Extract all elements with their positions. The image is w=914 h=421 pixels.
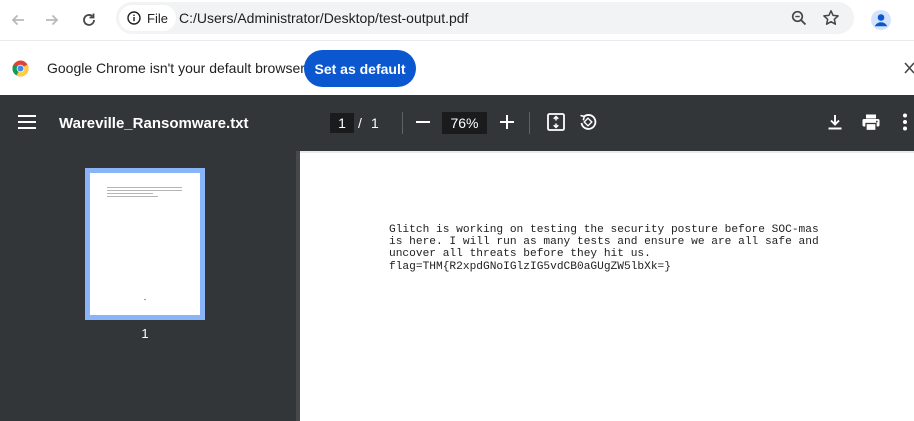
document-line: is here. I will run as many tests and en… bbox=[389, 236, 819, 249]
zoom-button[interactable] bbox=[789, 8, 809, 28]
reload-button[interactable] bbox=[75, 6, 103, 34]
document-page-text: Glitch is working on testing the securit… bbox=[389, 224, 819, 273]
default-browser-infobar: Google Chrome isn't your default browser… bbox=[0, 40, 914, 95]
fit-to-page-button[interactable] bbox=[544, 110, 568, 134]
chrome-logo-icon bbox=[12, 60, 29, 77]
reload-icon bbox=[83, 13, 95, 26]
browser-toolbar: File C:/Users/Administrator/Desktop/test… bbox=[0, 0, 914, 40]
more-vertical-icon bbox=[903, 113, 907, 131]
thumbnail-text-line bbox=[107, 193, 153, 194]
address-bar[interactable]: File C:/Users/Administrator/Desktop/test… bbox=[116, 2, 854, 34]
back-button[interactable] bbox=[4, 6, 32, 34]
printer-icon bbox=[862, 114, 880, 131]
download-icon bbox=[828, 115, 842, 130]
page-total: 1 bbox=[371, 115, 379, 131]
download-button[interactable] bbox=[823, 110, 847, 134]
profile-button[interactable] bbox=[867, 6, 895, 34]
document-viewer: Glitch is working on testing the securit… bbox=[300, 151, 914, 421]
page-number-input[interactable]: 1 bbox=[330, 113, 354, 133]
zoom-level-input[interactable]: 76% bbox=[442, 112, 487, 134]
url-text[interactable]: C:/Users/Administrator/Desktop/test-outp… bbox=[179, 10, 468, 26]
pdf-toolbar: Wareville_Ransomware.txt 1 / 1 76% bbox=[0, 95, 914, 151]
set-as-default-button[interactable]: Set as default bbox=[304, 50, 416, 87]
print-button[interactable] bbox=[859, 110, 883, 134]
infobar-message: Google Chrome isn't your default browser bbox=[47, 60, 305, 76]
star-icon bbox=[823, 10, 839, 25]
avatar-icon bbox=[871, 10, 891, 30]
forward-arrow-icon bbox=[46, 14, 59, 26]
document-line: uncover all threats before they hit us. bbox=[389, 248, 651, 261]
toolbar-divider bbox=[402, 112, 403, 134]
thumbnail-page-preview bbox=[90, 173, 200, 315]
viewer-top-edge bbox=[300, 151, 914, 153]
thumbnail-text-line bbox=[107, 190, 182, 191]
rotate-icon bbox=[580, 114, 597, 130]
more-options-button[interactable] bbox=[895, 110, 914, 134]
thumbnail-page-number: 1 bbox=[141, 326, 149, 341]
document-title: Wareville_Ransomware.txt bbox=[59, 115, 249, 132]
document-line: Glitch is working on testing the securit… bbox=[389, 224, 819, 236]
document-line: flag=THM{R2xpdGNoIGlzIG5vdCB0aGUgZW5lbXk… bbox=[389, 260, 671, 273]
close-icon bbox=[904, 62, 914, 74]
rotate-button[interactable] bbox=[576, 110, 600, 134]
info-icon bbox=[127, 11, 141, 25]
bookmark-button[interactable] bbox=[821, 8, 841, 28]
page-separator: / bbox=[358, 115, 362, 131]
toolbar-divider bbox=[529, 112, 530, 134]
page-thumbnail[interactable] bbox=[85, 168, 205, 320]
infobar-close-button[interactable] bbox=[903, 61, 914, 75]
zoom-out-button[interactable] bbox=[411, 110, 435, 134]
site-info-label: File bbox=[147, 10, 168, 26]
menu-icon bbox=[18, 115, 36, 129]
zoom-magnifier-icon bbox=[791, 10, 807, 26]
back-arrow-icon bbox=[11, 14, 24, 26]
thumbnail-text-line bbox=[107, 187, 182, 188]
thumbnail-page-mark bbox=[144, 299, 146, 300]
sidebar-menu-button[interactable] bbox=[15, 110, 39, 134]
fit-page-icon bbox=[547, 113, 565, 131]
forward-button[interactable] bbox=[38, 6, 66, 34]
minus-icon bbox=[416, 121, 430, 123]
zoom-in-button[interactable] bbox=[495, 110, 519, 134]
plus-icon bbox=[500, 115, 514, 129]
site-info-chip[interactable]: File bbox=[119, 5, 176, 31]
thumbnail-text-line bbox=[107, 196, 158, 197]
